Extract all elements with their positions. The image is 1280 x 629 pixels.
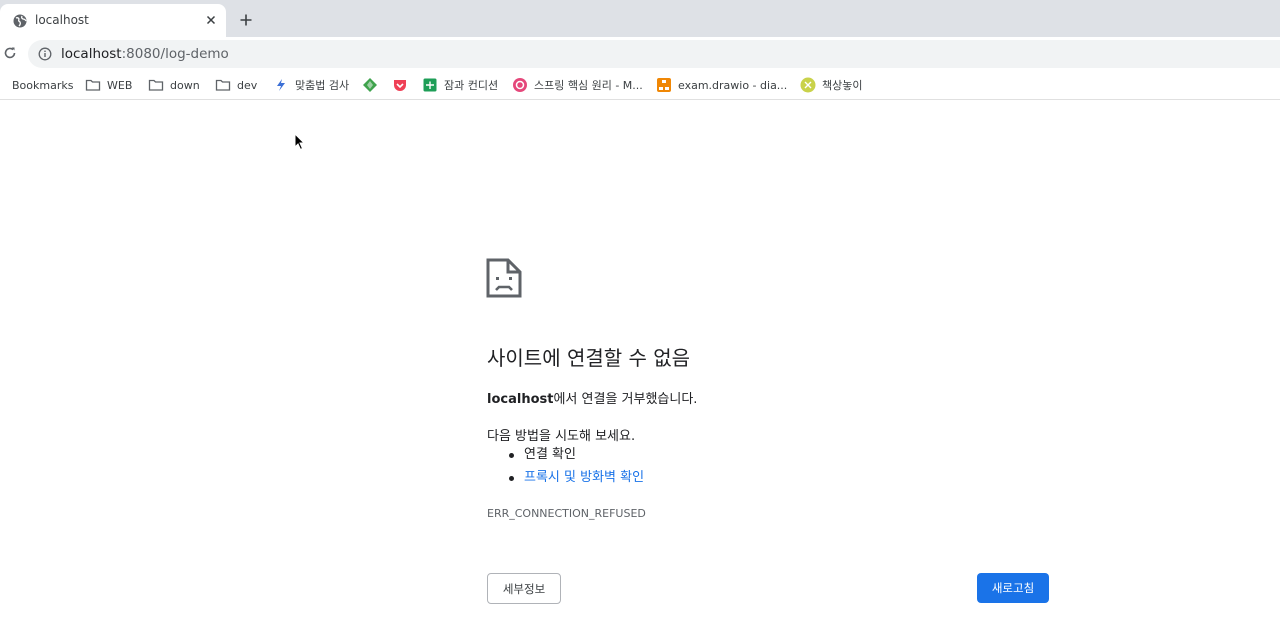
folder-icon xyxy=(148,79,164,91)
sad-page-icon xyxy=(486,258,522,298)
tab-strip: localhost xyxy=(0,0,1280,37)
error-title: 사이트에 연결할 수 없음 xyxy=(487,346,691,370)
folder-icon xyxy=(215,79,231,91)
suggestion-check-proxy-firewall[interactable]: 프록시 및 방화벽 확인 xyxy=(509,470,644,493)
bookmark-label: WEB xyxy=(107,78,133,92)
url-path: :8080/log-demo xyxy=(121,46,229,62)
bookmark-bookmarks[interactable]: Bookmarks xyxy=(0,77,73,93)
suggestion-link[interactable]: 프록시 및 방화벽 확인 xyxy=(524,470,644,485)
bookmark-spellcheck[interactable]: 맞춤법 검사 xyxy=(273,77,349,93)
error-host: localhost xyxy=(487,392,554,407)
spellcheck-icon xyxy=(277,79,285,91)
globe-icon xyxy=(13,14,27,28)
bookmark-green-diamond[interactable] xyxy=(362,77,384,93)
suggestion-check-connection: 연결 확인 xyxy=(509,447,644,470)
bookmark-folder-dev[interactable]: dev xyxy=(215,77,257,93)
error-host-suffix: 에서 연결을 거부했습니다. xyxy=(553,392,698,407)
sheets-icon xyxy=(423,78,437,92)
bookmark-folder-web[interactable]: WEB xyxy=(85,77,132,93)
url-text[interactable]: localhost:8080/log-demo xyxy=(61,46,229,62)
tab-localhost[interactable]: localhost xyxy=(0,4,226,37)
drawio-icon xyxy=(657,78,671,92)
bookmark-sleep-condition[interactable]: 잠과 컨디션 xyxy=(422,77,498,93)
bookmark-label: 잠과 컨디션 xyxy=(444,79,499,92)
bookmarks-bar: Bookmarks WEB down dev 맞춤법 검사 잠과 컨디션 스프링… xyxy=(0,70,1280,100)
error-code: ERR_CONNECTION_REFUSED xyxy=(487,507,646,520)
bookmark-label: Bookmarks xyxy=(12,78,74,92)
bookmark-label: down xyxy=(170,78,200,92)
info-icon[interactable] xyxy=(38,47,52,61)
suggestions-list: 연결 확인 프록시 및 방화벽 확인 xyxy=(509,447,644,493)
bookmark-label: 책상놓이 xyxy=(822,79,863,92)
bookmark-pocket[interactable] xyxy=(392,77,414,93)
folder-icon xyxy=(85,79,101,91)
bookmark-desk-play[interactable]: 책상놓이 xyxy=(800,77,862,93)
suggestion-label: 연결 확인 xyxy=(524,447,576,462)
mouse-cursor-icon xyxy=(294,133,306,151)
bookmark-drawio[interactable]: exam.drawio - dia... xyxy=(656,77,787,93)
suggestions-intro: 다음 방법을 시도해 보세요. xyxy=(487,429,636,444)
url-host: localhost xyxy=(61,46,122,62)
tab-title: localhost xyxy=(35,13,89,27)
yellow-circle-icon xyxy=(800,77,816,93)
bookmark-label: 맞춤법 검사 xyxy=(295,79,350,92)
error-message: localhost에서 연결을 거부했습니다. xyxy=(487,388,697,407)
bookmark-label: dev xyxy=(237,78,258,92)
bookmark-label: exam.drawio - dia... xyxy=(678,78,788,92)
bookmark-folder-down[interactable]: down xyxy=(148,77,200,93)
pocket-icon xyxy=(394,80,406,91)
reload-button[interactable]: 새로고침 xyxy=(977,573,1049,603)
inflearn-icon xyxy=(513,78,527,92)
bookmark-label: 스프링 핵심 원리 - M... xyxy=(534,79,643,92)
close-tab-icon[interactable] xyxy=(203,12,219,28)
green-diamond-icon xyxy=(363,78,377,92)
reload-icon[interactable] xyxy=(2,45,18,61)
bookmarks-icon xyxy=(0,77,4,93)
new-tab-icon[interactable] xyxy=(238,12,254,28)
bookmark-spring-core[interactable]: 스프링 핵심 원리 - M... xyxy=(512,77,643,93)
toolbar: localhost:8080/log-demo xyxy=(0,37,1280,70)
address-bar[interactable]: localhost:8080/log-demo xyxy=(28,40,1280,68)
details-button[interactable]: 세부정보 xyxy=(487,573,561,604)
